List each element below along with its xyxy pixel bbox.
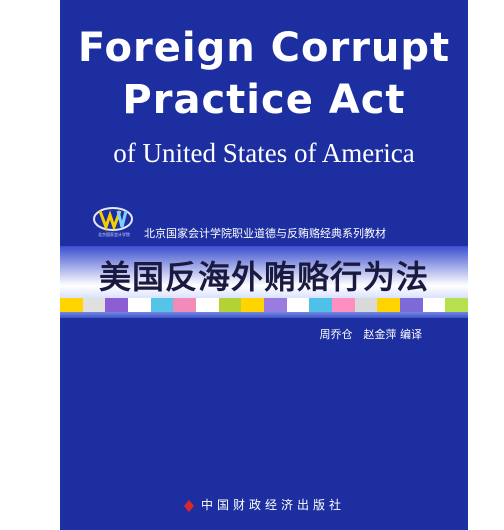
stripe-segment (105, 298, 129, 312)
stripe-segment (218, 298, 242, 312)
publisher-line: 中国财政经济出版社 (60, 496, 468, 513)
stripe-segment (332, 298, 355, 312)
series-name: 北京国家会计学院职业道德与反贿赂经典系列教材 (144, 227, 386, 240)
book-cover: Foreign Corrupt Practice Act of United S… (60, 0, 468, 530)
english-title-line-2: Practice Act (122, 77, 406, 123)
color-stripe (60, 298, 468, 312)
logo-caption: 北京国家会计学院 (98, 232, 130, 237)
stripe-segment (354, 298, 378, 312)
stripe-segment (196, 298, 219, 312)
stripe-segment (60, 298, 83, 312)
stripe-segment (422, 298, 446, 312)
english-subtitle: of United States of America (113, 138, 415, 168)
stripe-segment (173, 298, 197, 312)
institute-logo-icon (93, 207, 133, 232)
chinese-title: 美国反海外贿赂行为法 (98, 258, 429, 296)
stripe-segment (400, 298, 423, 312)
stripe-segment (309, 298, 333, 312)
stripe-segment (445, 298, 468, 312)
stripe-segment (241, 298, 265, 312)
stripe-segment (82, 298, 106, 312)
authors: 周乔仓 赵金萍 编译 (319, 328, 423, 341)
stripe-segment (377, 298, 401, 312)
stripe-segment (150, 298, 174, 312)
publisher-logo-icon (183, 499, 194, 512)
stripe-segment (286, 298, 310, 312)
stripe-segment (128, 298, 151, 312)
english-title-line-1: Foreign Corrupt (77, 25, 451, 71)
stripe-segment (264, 298, 287, 312)
publisher-name: 中国财政经济出版社 (200, 498, 345, 512)
